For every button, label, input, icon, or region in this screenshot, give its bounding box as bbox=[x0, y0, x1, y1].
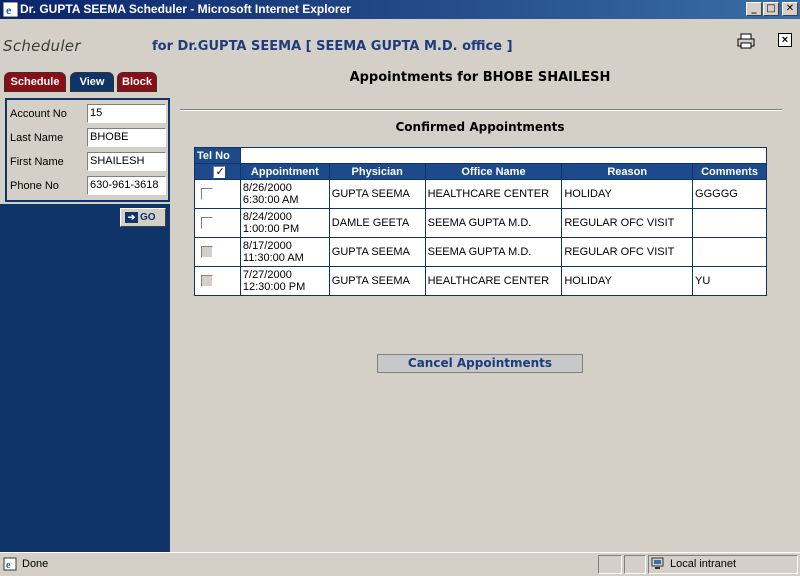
tab-schedule[interactable]: Schedule bbox=[4, 72, 66, 92]
table-row: 7/27/2000 12:30:00 PM GUPTA SEEMA HEALTHC… bbox=[194, 266, 767, 296]
reason-cell: HOLIDAY bbox=[561, 266, 694, 296]
window-titlebar: e Dr. GUPTA SEEMA Scheduler - Microsoft … bbox=[0, 0, 800, 19]
row-checkbox[interactable] bbox=[201, 188, 213, 201]
row-select-cell bbox=[194, 266, 241, 296]
appointment-cell: 7/27/2000 12:30:00 PM bbox=[239, 266, 330, 296]
office-cell: HEALTHCARE CENTER bbox=[424, 179, 563, 209]
arrow-right-icon: ➔ bbox=[125, 211, 138, 223]
telno-row: Tel No bbox=[194, 147, 768, 164]
app-logo: Scheduler bbox=[3, 37, 81, 55]
zone-text: Local intranet bbox=[670, 558, 737, 570]
appointment-date: 8/24/2000 bbox=[242, 211, 292, 223]
appointment-date: 7/27/2000 bbox=[242, 269, 292, 281]
svg-text:e: e bbox=[6, 560, 11, 571]
physician-cell: DAMLE GEETA bbox=[328, 208, 426, 238]
comments-cell: YU bbox=[692, 266, 767, 296]
app-header: Scheduler for Dr.GUPTA SEEMA [ SEEMA GUP… bbox=[0, 19, 800, 68]
row-select-cell bbox=[194, 208, 241, 238]
phone-no-row: Phone No 630-961-3618 bbox=[10, 176, 168, 196]
office-cell: HEALTHCARE CENTER bbox=[424, 266, 563, 296]
table-row: 8/17/2000 11:30:00 AM GUPTA SEEMA SEEMA G… bbox=[194, 237, 767, 267]
sidebar-background bbox=[0, 268, 170, 552]
row-select-cell bbox=[194, 237, 241, 267]
column-header-comments[interactable]: Comments bbox=[692, 163, 767, 180]
appointment-time: 12:30:00 PM bbox=[242, 281, 306, 293]
office-cell: SEEMA GUPTA M.D. bbox=[424, 208, 563, 238]
physician-cell: GUPTA SEEMA bbox=[328, 266, 426, 296]
column-header-office[interactable]: Office Name bbox=[424, 163, 563, 180]
status-text: Done bbox=[22, 558, 49, 570]
comments-cell bbox=[692, 208, 767, 238]
phone-no-field[interactable]: 630-961-3618 bbox=[87, 176, 166, 195]
status-bar: e Done Local intranet bbox=[0, 552, 800, 576]
status-cell bbox=[624, 555, 646, 574]
office-cell: SEEMA GUPTA M.D. bbox=[424, 237, 563, 267]
telno-header[interactable]: Tel No bbox=[194, 147, 241, 164]
account-no-field[interactable]: 15 bbox=[87, 104, 166, 123]
page-icon: e bbox=[3, 557, 17, 571]
sidebar: Schedule View Block Account No 15 Last N… bbox=[0, 68, 176, 552]
header-subtitle: for Dr.GUPTA SEEMA [ SEEMA GUPTA M.D. of… bbox=[152, 39, 513, 54]
close-icon[interactable]: × bbox=[778, 33, 792, 47]
window-close-button[interactable]: ✕ bbox=[782, 2, 798, 16]
first-name-field[interactable]: SHAILESH bbox=[87, 152, 166, 171]
maximize-button[interactable]: □ bbox=[763, 2, 779, 16]
column-header-appointment[interactable]: Appointment bbox=[239, 163, 330, 180]
print-icon[interactable] bbox=[737, 33, 755, 49]
svg-text:e: e bbox=[6, 3, 12, 17]
go-label: GO bbox=[140, 212, 156, 223]
row-select-cell bbox=[194, 179, 241, 209]
minimize-button[interactable]: _ bbox=[746, 2, 762, 16]
table-row: 8/24/2000 1:00:00 PM DAMLE GEETA SEEMA GU… bbox=[194, 208, 767, 238]
appointment-time: 6:30:00 AM bbox=[242, 194, 299, 206]
account-no-row: Account No 15 bbox=[10, 104, 168, 124]
cancel-appointments-button[interactable]: Cancel Appointments bbox=[377, 354, 583, 373]
last-name-field[interactable]: BHOBE bbox=[87, 128, 166, 147]
account-no-label: Account No bbox=[10, 108, 67, 120]
page-title: Appointments for BHOBE SHAILESH bbox=[349, 70, 611, 85]
intranet-icon bbox=[651, 557, 664, 569]
select-all-header bbox=[194, 163, 241, 180]
last-name-label: Last Name bbox=[10, 132, 64, 144]
section-title: Confirmed Appointments bbox=[395, 120, 565, 134]
appointment-cell: 8/17/2000 11:30:00 AM bbox=[239, 237, 330, 267]
divider bbox=[180, 109, 782, 111]
row-checkbox[interactable] bbox=[201, 275, 213, 288]
reason-cell: REGULAR OFC VISIT bbox=[561, 208, 694, 238]
tab-view[interactable]: View bbox=[70, 72, 114, 92]
appointment-time: 11:30:00 AM bbox=[242, 252, 304, 264]
physician-cell: GUPTA SEEMA bbox=[328, 237, 426, 267]
phone-no-label: Phone No bbox=[10, 180, 59, 192]
row-checkbox[interactable] bbox=[201, 217, 213, 230]
appointment-cell: 8/26/2000 6:30:00 AM bbox=[239, 179, 330, 209]
telno-fill bbox=[239, 147, 768, 164]
comments-cell: GGGGG bbox=[692, 179, 767, 209]
patient-form: Account No 15 Last Name BHOBE First Name… bbox=[5, 98, 170, 202]
column-header-physician[interactable]: Physician bbox=[328, 163, 426, 180]
tab-block[interactable]: Block bbox=[117, 72, 157, 92]
appointment-cell: 8/24/2000 1:00:00 PM bbox=[239, 208, 330, 238]
table-header-row: Appointment Physician Office Name Reason… bbox=[194, 163, 767, 180]
first-name-label: First Name bbox=[10, 156, 64, 168]
table-row: 8/26/2000 6:30:00 AM GUPTA SEEMA HEALTHCA… bbox=[194, 179, 767, 209]
row-checkbox[interactable] bbox=[201, 246, 213, 259]
physician-cell: GUPTA SEEMA bbox=[328, 179, 426, 209]
appointment-date: 8/26/2000 bbox=[242, 182, 292, 194]
comments-cell bbox=[692, 237, 767, 267]
main-content: Appointments for BHOBE SHAILESH Confirme… bbox=[178, 68, 788, 552]
go-button[interactable]: ➔ GO bbox=[120, 208, 166, 227]
first-name-row: First Name SHAILESH bbox=[10, 152, 168, 172]
window-title: Dr. GUPTA SEEMA Scheduler - Microsoft In… bbox=[20, 2, 351, 16]
select-all-checkbox[interactable] bbox=[213, 165, 226, 178]
column-header-reason[interactable]: Reason bbox=[561, 163, 694, 180]
appointment-time: 1:00:00 PM bbox=[242, 223, 300, 235]
last-name-row: Last Name BHOBE bbox=[10, 128, 168, 148]
appointments-table: Tel No Appointment Physician Office Name… bbox=[194, 147, 768, 296]
reason-cell: HOLIDAY bbox=[561, 179, 694, 209]
reason-cell: REGULAR OFC VISIT bbox=[561, 237, 694, 267]
internet-explorer-icon: e bbox=[3, 2, 18, 17]
appointment-date: 8/17/2000 bbox=[242, 240, 292, 252]
status-cell bbox=[598, 555, 622, 574]
